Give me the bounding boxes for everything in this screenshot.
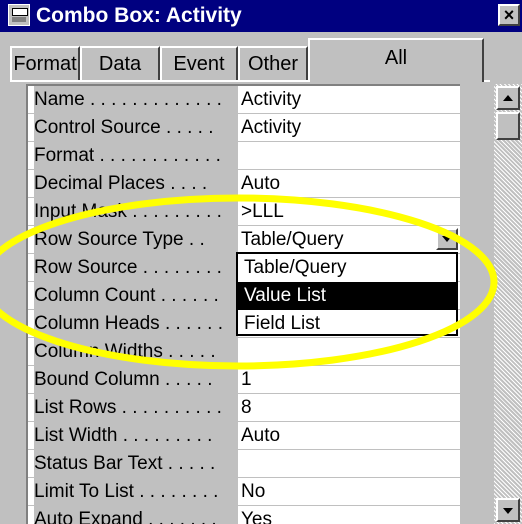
scroll-up-button[interactable] (496, 86, 520, 110)
close-button[interactable]: × (498, 4, 520, 26)
property-row-control-source[interactable]: Control Source . . . . . Activity (28, 114, 460, 142)
title-bar[interactable]: Combo Box: Activity × (0, 0, 522, 32)
property-row-row-source-type[interactable]: Row Source Type . . Table/Query (28, 226, 460, 254)
property-value-field[interactable]: Yes (238, 506, 460, 524)
property-row-list-rows[interactable]: List Rows . . . . . . . . . . 8 (28, 394, 460, 422)
option-field-list[interactable]: Field List (238, 310, 456, 334)
property-value-field[interactable]: Activity (238, 86, 460, 113)
property-label: Limit To List . . . . . . . . (34, 478, 234, 505)
property-value-field[interactable]: No (238, 478, 460, 505)
property-value-field[interactable]: >LLL (238, 198, 460, 225)
property-row-format[interactable]: Format . . . . . . . . . . . . (28, 142, 460, 170)
tab-event[interactable]: Event (160, 46, 238, 82)
dropdown-arrow-button[interactable] (436, 228, 458, 250)
property-value-field[interactable]: Auto (238, 422, 460, 449)
property-label: Column Heads . . . . . . (34, 310, 234, 337)
property-label: Format . . . . . . . . . . . . (34, 142, 234, 169)
property-label: Row Source . . . . . . . . (34, 254, 234, 281)
property-value-field[interactable] (238, 338, 460, 365)
property-value-field[interactable] (238, 142, 460, 169)
property-value-field[interactable]: 1 (238, 366, 460, 393)
property-label: Row Source Type . . (34, 226, 234, 253)
property-label: Bound Column . . . . . (34, 366, 234, 393)
scroll-thumb[interactable] (496, 112, 520, 140)
property-row-name[interactable]: Name . . . . . . . . . . . . . Activity (28, 86, 460, 114)
combo-box-icon (8, 4, 30, 26)
tab-all[interactable]: All (308, 38, 484, 82)
window-title: Combo Box: Activity (36, 4, 242, 27)
property-row-decimal-places[interactable]: Decimal Places . . . . Auto (28, 170, 460, 198)
option-table-query[interactable]: Table/Query (238, 254, 456, 282)
tab-other[interactable]: Other (238, 46, 308, 82)
property-sheet-window: Combo Box: Activity × Format Data Event … (0, 0, 522, 524)
property-value-field[interactable]: 8 (238, 394, 460, 421)
tab-format[interactable]: Format (10, 46, 80, 82)
property-row-bound-column[interactable]: Bound Column . . . . . 1 (28, 366, 460, 394)
tab-data[interactable]: Data (80, 46, 160, 82)
property-label: Decimal Places . . . . (34, 170, 234, 197)
property-value-field[interactable] (238, 450, 460, 477)
property-value-field[interactable]: Auto (238, 170, 460, 197)
property-label: Column Widths . . . . . (34, 338, 234, 365)
property-label: List Width . . . . . . . . . (34, 422, 234, 449)
property-label: List Rows . . . . . . . . . . (34, 394, 234, 421)
property-label: Name . . . . . . . . . . . . . (34, 86, 234, 113)
property-label: Auto Expand . . . . . . . (34, 506, 234, 524)
scroll-down-button[interactable] (496, 498, 520, 522)
property-row-status-bar-text[interactable]: Status Bar Text . . . . . (28, 450, 460, 478)
property-label: Status Bar Text . . . . . (34, 450, 234, 477)
vertical-scrollbar[interactable] (494, 84, 522, 524)
row-source-type-combo[interactable]: Table/Query (238, 226, 460, 253)
property-row-auto-expand[interactable]: Auto Expand . . . . . . . Yes (28, 506, 460, 524)
property-row-limit-to-list[interactable]: Limit To List . . . . . . . . No (28, 478, 460, 506)
property-label: Control Source . . . . . (34, 114, 234, 141)
property-label: Input Mask . . . . . . . . . (34, 198, 234, 225)
property-row-list-width[interactable]: List Width . . . . . . . . . Auto (28, 422, 460, 450)
property-value-field[interactable]: Activity (238, 114, 460, 141)
property-row-column-widths[interactable]: Column Widths . . . . . (28, 338, 460, 366)
row-source-type-dropdown-list[interactable]: Table/Query Value List Field List (236, 252, 458, 336)
property-label: Column Count . . . . . . (34, 282, 234, 309)
option-value-list[interactable]: Value List (238, 282, 456, 310)
property-row-input-mask[interactable]: Input Mask . . . . . . . . . >LLL (28, 198, 460, 226)
